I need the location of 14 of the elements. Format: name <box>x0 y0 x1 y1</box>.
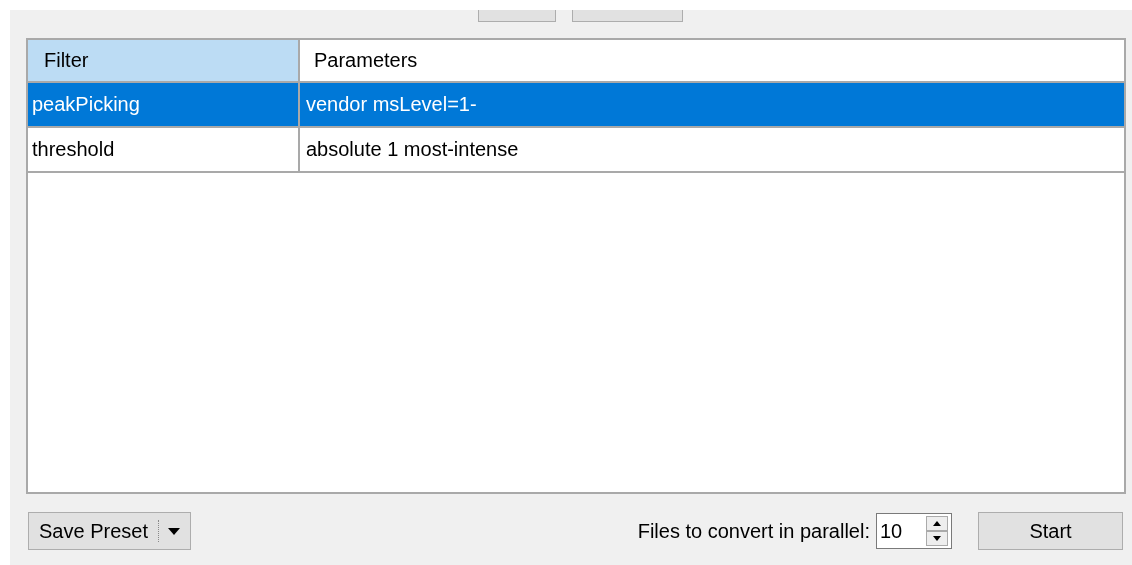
number-spinner[interactable]: 10 <box>876 513 952 549</box>
table-cell: threshold <box>32 138 115 161</box>
caret-icon <box>167 527 180 535</box>
table-cell: vendor msLevel=1- <box>306 93 477 116</box>
start-button[interactable]: Start <box>978 512 1123 550</box>
table-row[interactable]: threshold absolute 1 most-intense <box>28 128 1124 173</box>
column-header[interactable]: Filter <box>28 40 300 81</box>
column-header[interactable]: Parameters <box>300 40 1124 81</box>
parallel-label: Files to convert in parallel: <box>637 519 870 543</box>
number-field[interactable]: 10 <box>877 518 922 544</box>
table-cell: peakPicking <box>32 93 140 116</box>
save-preset-button[interactable]: Save Preset <box>28 512 191 550</box>
table-row[interactable]: peakPicking vendor msLevel=1- <box>28 83 1124 128</box>
table-cell: absolute 1 most-intense <box>306 138 519 161</box>
